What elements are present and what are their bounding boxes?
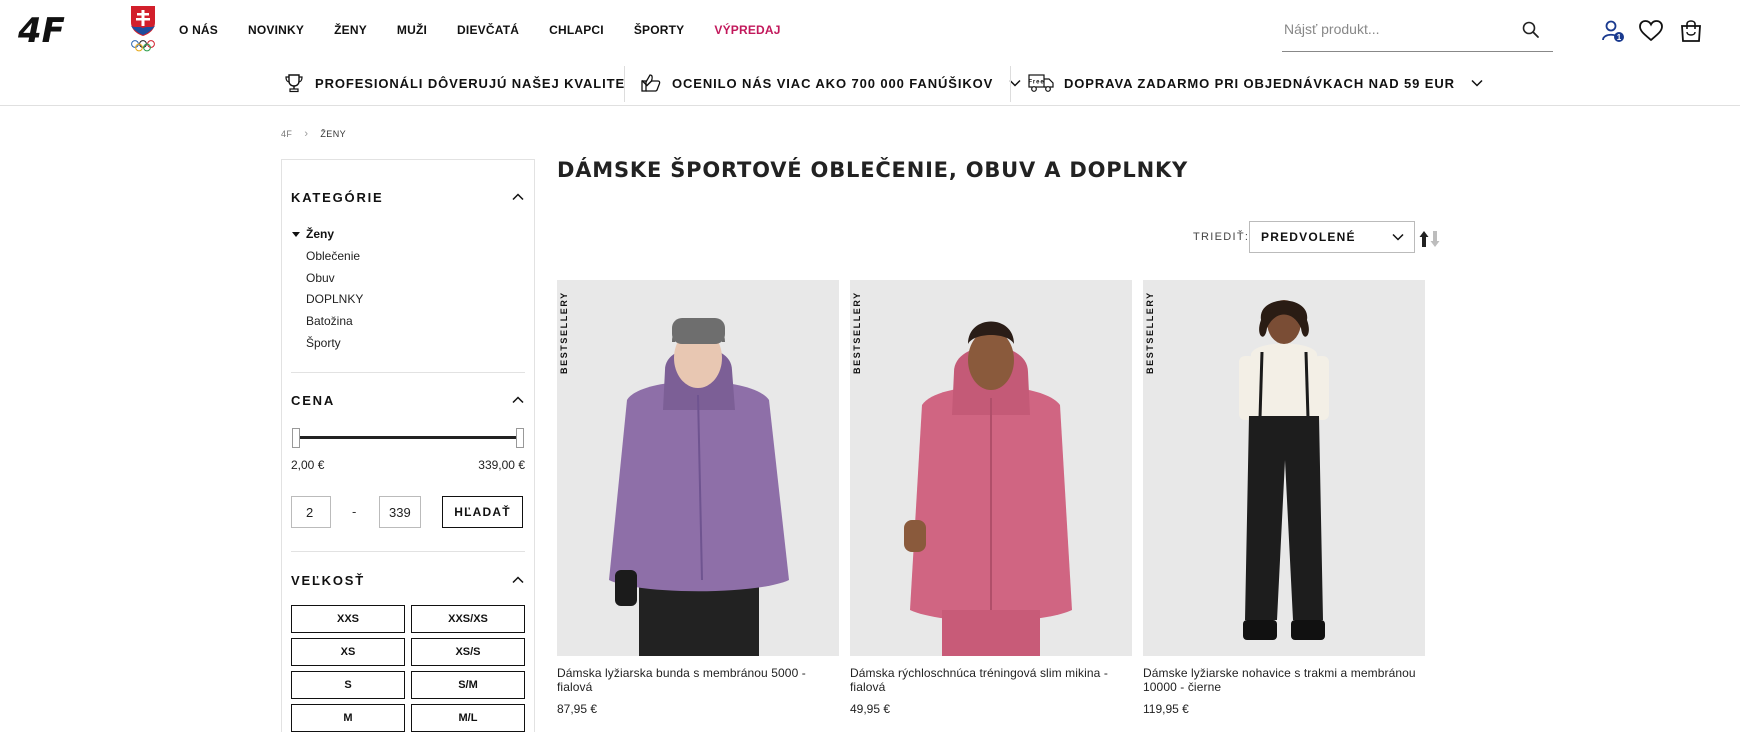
search-input[interactable] — [1282, 14, 1512, 44]
filter-categories-title[interactable]: KATEGÓRIE — [291, 190, 384, 205]
nav-item-novinky[interactable]: NOVINKY — [248, 23, 304, 37]
slovak-olympic-emblem-icon — [131, 6, 155, 52]
bestseller-badge: BESTSELLERY — [1145, 291, 1155, 374]
nav-item-zeny[interactable]: ŽENY — [334, 23, 367, 37]
search-bar — [1282, 14, 1553, 52]
product-price: 87,95 € — [557, 702, 598, 716]
sort-selected-value: PREDVOLENÉ — [1261, 230, 1356, 244]
product-card[interactable]: BESTSELLERY Dámska lyžiarska bunda s mem… — [557, 280, 839, 716]
product-image[interactable]: BESTSELLERY — [850, 280, 1132, 656]
price-max-label: 339,00 € — [478, 458, 525, 472]
benefit-divider — [624, 66, 625, 102]
filter-price-title[interactable]: CENA — [291, 393, 335, 408]
nav-item-dievcata[interactable]: DIEVČATÁ — [457, 23, 519, 37]
benefit-free-delivery-label: DOPRAVA ZADARMO PRI OBJEDNÁVKACH NAD 59 … — [1064, 75, 1455, 91]
price-range-track[interactable] — [296, 436, 518, 439]
benefit-quality-label: PROFESIONÁLI DÔVERUJÚ NAŠEJ KVALITE — [315, 75, 626, 91]
category-item-doplnky[interactable]: DOPLNKY — [306, 292, 363, 314]
price-range-min-handle[interactable] — [292, 428, 300, 448]
category-item-obuv[interactable]: Obuv — [306, 271, 363, 293]
user-icon[interactable]: 1 — [1600, 18, 1626, 44]
benefit-fans[interactable]: OCENILO NÁS VIAC AKO 700 000 FANÚŠIKOV — [640, 60, 1021, 106]
size-option-m-l[interactable]: M/L — [411, 704, 525, 732]
size-option-xxs[interactable]: XXS — [291, 605, 405, 633]
category-root-zeny[interactable]: Ženy — [292, 227, 363, 241]
filter-divider — [291, 372, 525, 373]
filter-divider — [291, 551, 525, 552]
trophy-icon — [285, 74, 303, 93]
breadcrumb: 4F › ŽENY — [281, 128, 346, 140]
nav-item-o-nas[interactable]: O NÁS — [179, 23, 218, 37]
bestseller-badge: BESTSELLERY — [852, 291, 862, 374]
size-option-xs-s[interactable]: XS/S — [411, 638, 525, 666]
shopping-bag-icon[interactable] — [1678, 18, 1704, 44]
price-min-label: 2,00 € — [291, 458, 325, 472]
product-name[interactable]: Dámska lyžiarska bunda s membránou 5000 … — [557, 666, 839, 694]
product-card[interactable]: BESTSELLERY Dámska rýchloschnúca tréning… — [850, 280, 1132, 716]
benefit-free-delivery[interactable]: Free DOPRAVA ZADARMO PRI OBJEDNÁVKACH NA… — [1028, 60, 1483, 106]
size-options: XXS XXS/XS XS XS/S S S/M M M/L — [291, 605, 525, 732]
category-item-batozina[interactable]: Batožina — [306, 314, 363, 336]
brand-logo[interactable]: 4F — [18, 12, 88, 46]
benefit-divider — [1010, 66, 1011, 102]
search-icon[interactable] — [1521, 20, 1541, 40]
svg-text:Free: Free — [1028, 80, 1044, 86]
benefits-bar: PROFESIONÁLI DÔVERUJÚ NAŠEJ KVALITE OCEN… — [0, 60, 1740, 106]
nav-item-muzi[interactable]: MUŽI — [397, 23, 427, 37]
user-badge-count: 1 — [1617, 33, 1622, 42]
heart-icon[interactable] — [1638, 18, 1664, 44]
filter-size-title[interactable]: VEĽKOSŤ — [291, 573, 365, 588]
size-option-s-m[interactable]: S/M — [411, 671, 525, 699]
benefit-quality[interactable]: PROFESIONÁLI DÔVERUJÚ NAŠEJ KVALITE — [283, 60, 653, 106]
price-min-input[interactable]: 2 — [291, 496, 331, 528]
product-name[interactable]: Dámske lyžiarske nohavice s trakmi a mem… — [1143, 666, 1425, 694]
main-navigation: O NÁS NOVINKY ŽENY MUŽI DIEVČATÁ CHLAPCI… — [179, 0, 811, 60]
breadcrumb-root[interactable]: 4F — [281, 129, 292, 139]
product-photo-training-hoodie — [850, 280, 1132, 656]
category-list: Ženy Oblečenie Obuv DOPLNKY Batožina Špo… — [292, 227, 363, 357]
product-card[interactable]: BESTSELLERY Dámske lyžiarske nohavice s … — [1143, 280, 1425, 716]
nav-item-sporty[interactable]: ŠPORTY — [634, 23, 685, 37]
product-name[interactable]: Dámska rýchloschnúca tréningová slim mik… — [850, 666, 1132, 694]
product-price: 49,95 € — [850, 702, 891, 716]
chevron-down-icon — [1392, 233, 1404, 241]
chevron-down-icon — [1471, 79, 1483, 87]
chevron-down-icon — [1009, 79, 1021, 87]
size-option-s[interactable]: S — [291, 671, 405, 699]
product-photo-ski-pants — [1143, 280, 1425, 656]
breadcrumb-chevron-icon: › — [304, 128, 309, 140]
price-range-max-handle[interactable] — [516, 428, 524, 448]
category-item-oblecenie[interactable]: Oblečenie — [306, 249, 363, 271]
price-max-input[interactable]: 339 — [379, 496, 421, 528]
thumbs-up-icon — [641, 74, 661, 92]
nav-item-chlapci[interactable]: CHLAPCI — [549, 23, 604, 37]
product-image[interactable]: BESTSELLERY — [557, 280, 839, 656]
free-delivery-truck-icon: Free — [1028, 74, 1054, 92]
caret-down-icon — [292, 231, 300, 237]
chevron-up-icon[interactable] — [512, 193, 524, 201]
size-option-xs[interactable]: XS — [291, 638, 405, 666]
page-title: DÁMSKE ŠPORTOVÉ OBLEČENIE, OBUV A DOPLNK… — [557, 158, 1189, 182]
top-header: 4F O NÁS NOVINKY ŽENY MUŽI DIEVČATÁ CHLA… — [0, 0, 1740, 60]
product-price: 119,95 € — [1143, 702, 1189, 716]
benefit-fans-label: OCENILO NÁS VIAC AKO 700 000 FANÚŠIKOV — [672, 75, 994, 91]
product-photo-ski-jacket — [557, 280, 839, 656]
chevron-up-icon[interactable] — [512, 396, 524, 404]
size-option-m[interactable]: M — [291, 704, 405, 732]
size-option-xxs-xs[interactable]: XXS/XS — [411, 605, 525, 633]
sort-select[interactable]: PREDVOLENÉ — [1249, 221, 1415, 253]
nav-item-vypredaj[interactable]: VÝPREDAJ — [714, 23, 780, 37]
chevron-up-icon[interactable] — [512, 576, 524, 584]
price-range-dash: - — [352, 504, 357, 519]
category-root-label: Ženy — [306, 227, 335, 241]
breadcrumb-current: ŽENY — [320, 129, 346, 139]
sort-label: TRIEDIŤ: — [1193, 231, 1250, 243]
category-item-sporty[interactable]: Športy — [306, 336, 363, 358]
bestseller-badge: BESTSELLERY — [559, 291, 569, 374]
svg-text:4F: 4F — [18, 12, 65, 46]
filter-sidebar: KATEGÓRIE Ženy Oblečenie Obuv DOPLNKY Ba… — [281, 159, 535, 732]
price-search-button[interactable]: HĽADAŤ — [442, 496, 523, 528]
product-image[interactable]: BESTSELLERY — [1143, 280, 1425, 656]
sort-direction-icon[interactable] — [1419, 230, 1441, 248]
